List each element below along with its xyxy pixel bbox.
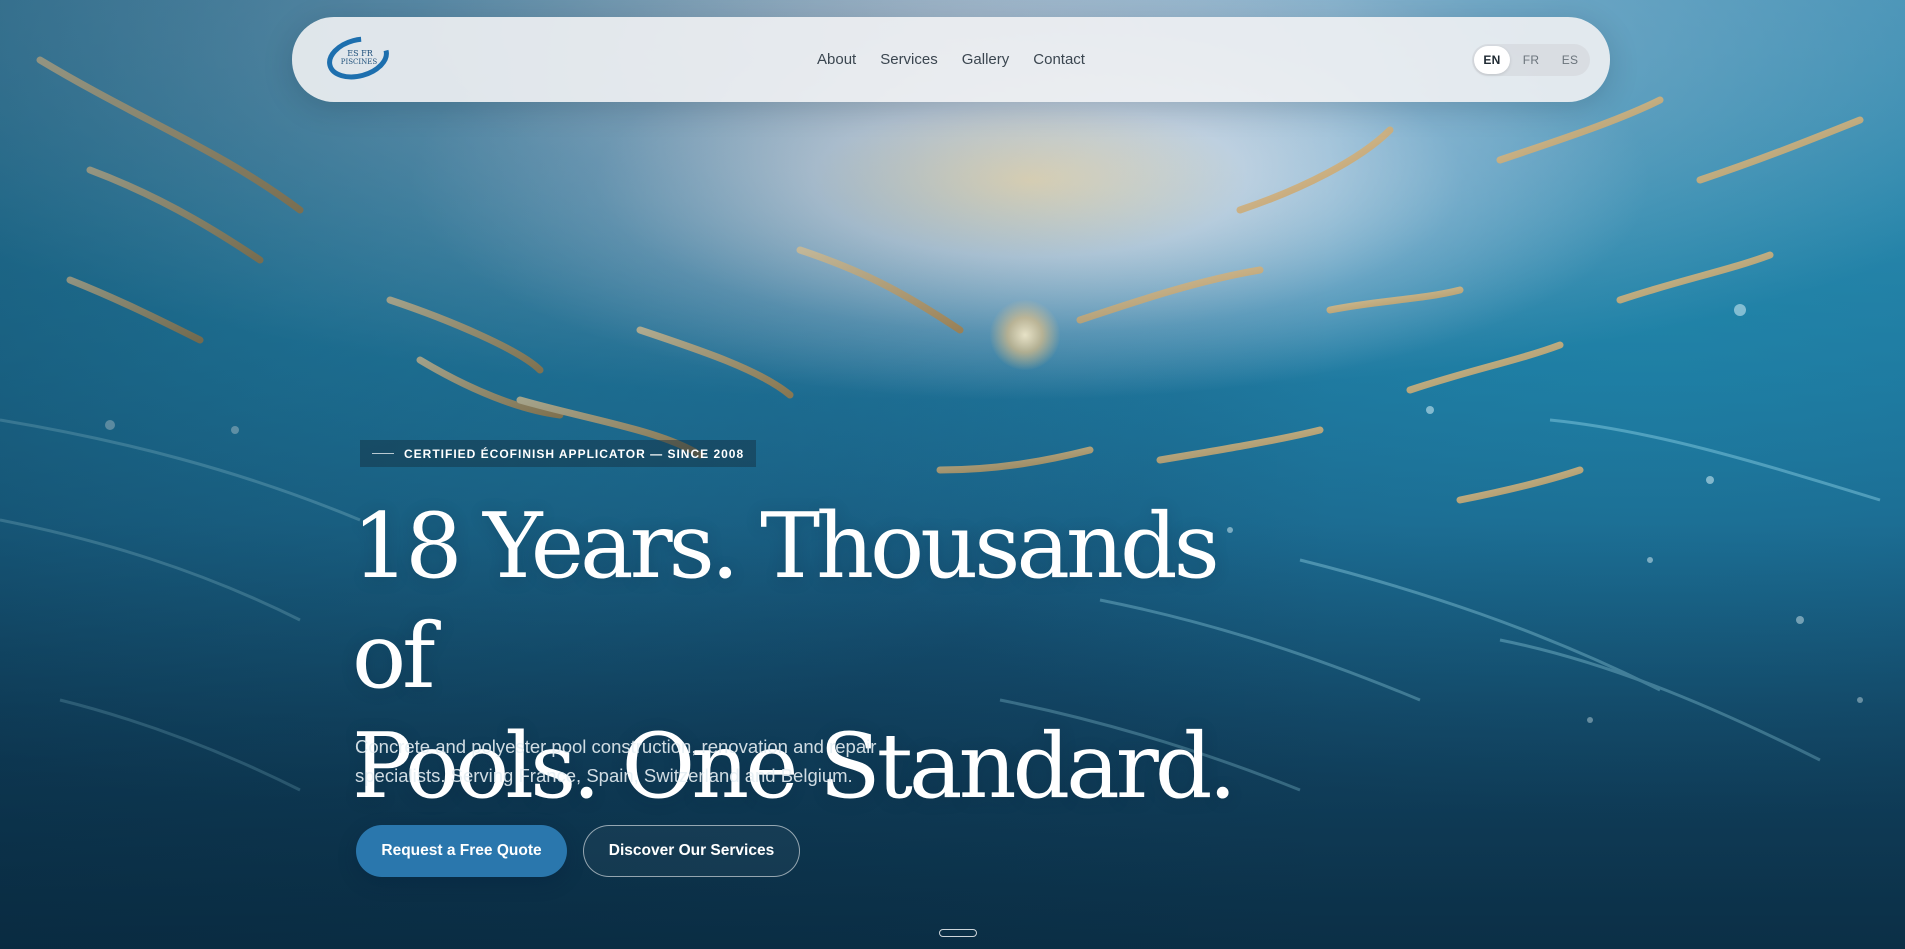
- top-navigation-bar: ES FR PISCINES About Services Gallery Co…: [292, 17, 1610, 102]
- discover-services-button[interactable]: Discover Our Services: [583, 825, 800, 877]
- badge-divider-line: [372, 453, 394, 454]
- request-quote-button[interactable]: Request a Free Quote: [356, 825, 567, 877]
- certification-badge: CERTIFIED ÉCOFINISH APPLICATOR — SINCE 2…: [360, 440, 757, 467]
- nav-link-contact[interactable]: Contact: [1033, 51, 1085, 68]
- scroll-indicator-icon[interactable]: [939, 929, 977, 937]
- language-switcher: EN FR ES: [1472, 44, 1590, 76]
- nav-link-gallery[interactable]: Gallery: [962, 51, 1010, 68]
- subtitle-line-1: Concrete and polyester pool construction…: [355, 736, 877, 757]
- primary-nav: About Services Gallery Contact: [292, 17, 1610, 102]
- language-option-fr[interactable]: FR: [1513, 46, 1549, 74]
- hero-subtitle: Concrete and polyester pool construction…: [355, 732, 975, 790]
- language-option-es[interactable]: ES: [1552, 46, 1588, 74]
- nav-link-services[interactable]: Services: [880, 51, 938, 68]
- headline-line-1: 18 Years. Thousands of: [352, 494, 1220, 709]
- subtitle-line-2: specialists. Serving France, Spain, Swit…: [355, 765, 853, 786]
- language-option-en[interactable]: EN: [1474, 46, 1510, 74]
- badge-text: CERTIFIED ÉCOFINISH APPLICATOR — SINCE 2…: [404, 446, 745, 461]
- nav-link-about[interactable]: About: [817, 51, 856, 68]
